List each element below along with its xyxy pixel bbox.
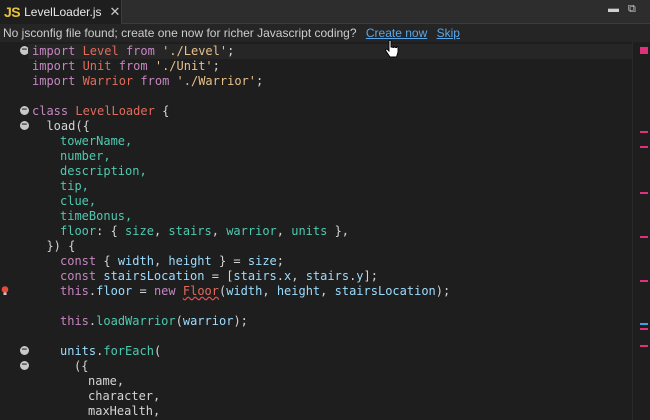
code-line: number, xyxy=(60,149,111,163)
error-marker[interactable] xyxy=(640,280,648,282)
error-marker[interactable] xyxy=(640,47,648,54)
close-icon[interactable]: ✕ xyxy=(110,4,121,20)
code-line: this.floor = new Floor(width, height, st… xyxy=(60,284,451,298)
error-marker[interactable] xyxy=(640,146,648,148)
tab-bar: JS LevelLoader.js ✕ ▬ ⧉ xyxy=(0,0,650,24)
code-line: name, xyxy=(88,374,125,388)
error-marker[interactable] xyxy=(640,328,648,330)
lightbulb-icon[interactable] xyxy=(1,286,9,296)
code-line: load({ xyxy=(32,119,90,133)
code-line: tip, xyxy=(60,179,89,193)
tab-levelloader[interactable]: JS LevelLoader.js ✕ xyxy=(0,0,122,24)
code-line: units.forEach( xyxy=(60,344,162,358)
code-line: import Unit from './Unit'; xyxy=(32,59,220,73)
code-line: timeBonus, xyxy=(60,209,133,223)
error-marker[interactable] xyxy=(640,192,648,194)
fold-collapse-icon[interactable]: − xyxy=(20,346,29,355)
fold-collapse-icon[interactable]: − xyxy=(20,361,29,370)
code-line: description, xyxy=(60,164,147,178)
infobar-message: No jsconfig file found; create one now f… xyxy=(3,26,357,40)
error-marker[interactable] xyxy=(640,131,648,133)
code-line: maxHealth, xyxy=(88,404,161,418)
info-marker[interactable] xyxy=(640,323,648,325)
minimize-icon[interactable]: ▬ xyxy=(608,3,619,15)
code-line: import Warrior from './Warrior'; xyxy=(32,74,264,88)
code-line: this.loadWarrior(warrior); xyxy=(60,314,248,328)
code-line: clue, xyxy=(60,194,97,208)
create-now-link[interactable]: Create now xyxy=(366,26,427,40)
code-line: character, xyxy=(88,389,161,403)
code-line: }) { xyxy=(32,239,76,253)
error-squiggle: Floor xyxy=(182,284,219,298)
skip-link[interactable]: Skip xyxy=(437,26,460,40)
fold-collapse-icon[interactable]: − xyxy=(20,121,29,130)
hand-cursor-icon xyxy=(385,40,399,58)
code-line: floor: { size, stairs, warrior, units }, xyxy=(60,224,350,238)
code-line: const { width, height } = size; xyxy=(60,254,285,268)
code-line: class LevelLoader { xyxy=(32,104,170,118)
code-line: const stairsLocation = [stairs.x, stairs… xyxy=(60,269,378,283)
code-line: towerName, xyxy=(60,134,133,148)
jsconfig-infobar: No jsconfig file found; create one now f… xyxy=(0,24,650,42)
code-editor[interactable]: − − − − − import Level from './Level'; i… xyxy=(0,42,632,420)
overview-ruler[interactable] xyxy=(632,42,650,420)
restore-icon[interactable]: ⧉ xyxy=(628,3,636,16)
code-line: ({ xyxy=(74,359,89,373)
fold-collapse-icon[interactable]: − xyxy=(20,106,29,115)
javascript-file-icon: JS xyxy=(4,4,21,20)
error-marker[interactable] xyxy=(640,345,648,347)
tab-label: LevelLoader.js xyxy=(24,5,102,19)
code-line: import Level from './Level'; xyxy=(28,44,632,59)
error-marker[interactable] xyxy=(640,236,648,238)
